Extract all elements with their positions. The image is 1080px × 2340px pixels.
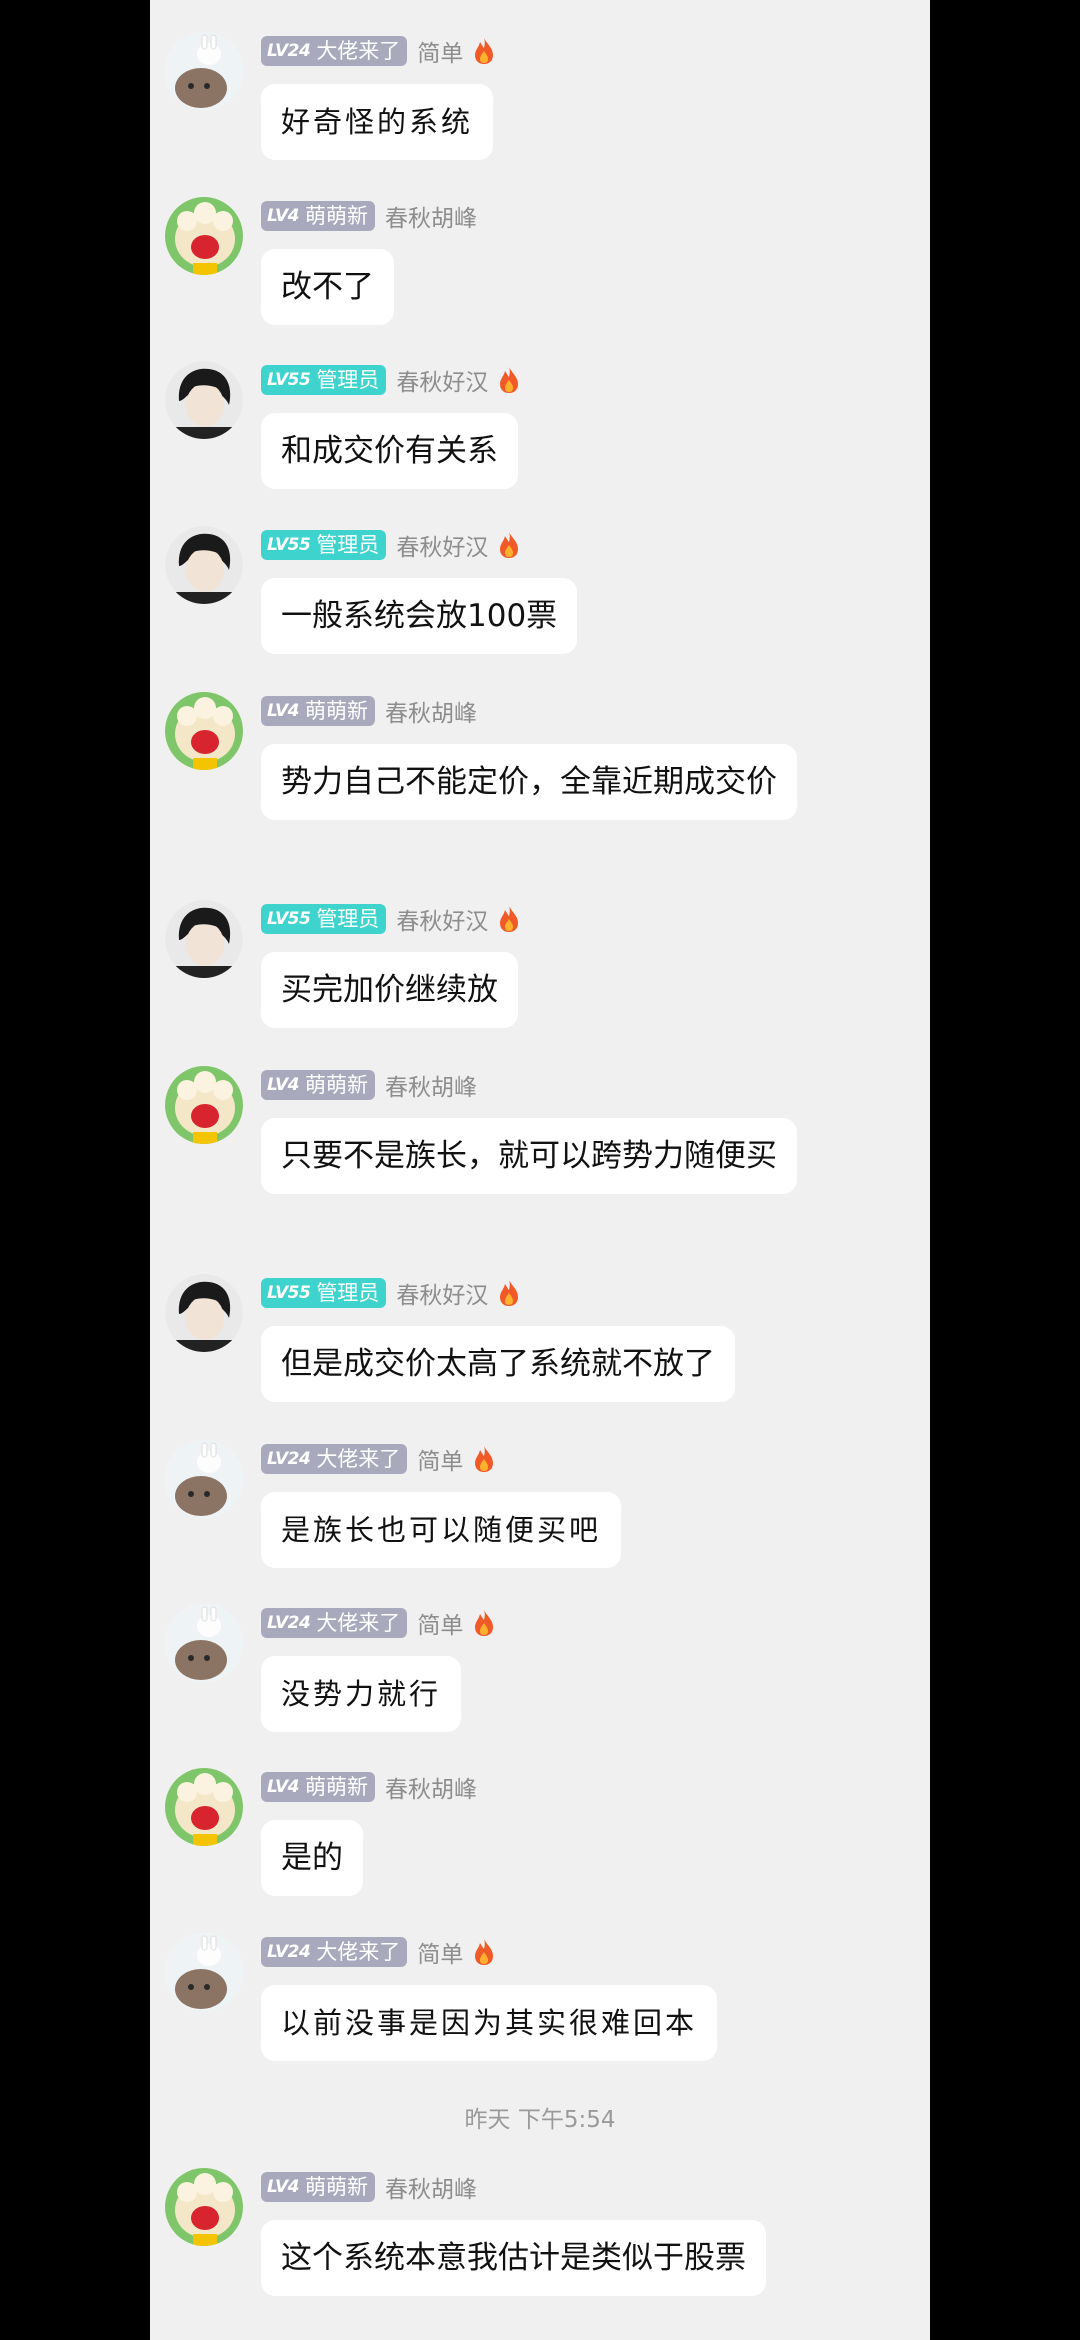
- user-avatar[interactable]: [165, 1768, 243, 1846]
- message-meta: LV4 萌萌新 春秋胡峰: [261, 694, 477, 728]
- fire-icon: [475, 38, 494, 64]
- username[interactable]: 春秋好汉: [396, 528, 488, 562]
- message-bubble[interactable]: 但是成交价太高了系统就不放了: [261, 1326, 735, 1402]
- user-avatar[interactable]: [165, 32, 243, 110]
- message-meta: LV24 大佬来了 简单: [261, 1442, 495, 1476]
- username[interactable]: 春秋胡峰: [385, 199, 477, 233]
- message-bubble[interactable]: 好奇怪的系统: [261, 84, 494, 160]
- message-bubble[interactable]: 以前没事是因为其实很难回本: [261, 1985, 718, 2061]
- username[interactable]: 简单: [417, 1442, 463, 1476]
- user-avatar[interactable]: [165, 692, 243, 770]
- user-avatar[interactable]: [165, 1933, 243, 2011]
- fire-icon: [500, 906, 519, 932]
- user-avatar[interactable]: [165, 1066, 243, 1144]
- message-meta: LV4 萌萌新 春秋胡峰: [261, 1068, 477, 1102]
- message-meta: LV55 管理员 春秋好汉: [261, 363, 520, 397]
- user-avatar[interactable]: [165, 1274, 243, 1352]
- message-bubble[interactable]: 势力自己不能定价，全靠近期成交价: [261, 744, 797, 820]
- level-badge: LV55 管理员: [261, 904, 387, 934]
- username[interactable]: 简单: [417, 1935, 463, 1969]
- timestamp-divider: 昨天 下午5:54: [464, 2107, 616, 2133]
- message-bubble[interactable]: 改不了: [261, 249, 394, 325]
- message-bubble[interactable]: 没势力就行: [261, 1656, 462, 1732]
- level-badge: LV4 萌萌新: [261, 201, 375, 231]
- message-bubble[interactable]: 和成交价有关系: [261, 413, 518, 489]
- level-badge: LV55 管理员: [261, 365, 387, 395]
- username[interactable]: 春秋好汉: [396, 363, 488, 397]
- user-avatar[interactable]: [165, 197, 243, 275]
- level-badge: LV55 管理员: [261, 1278, 387, 1308]
- level-badge: LV55 管理员: [261, 530, 387, 560]
- username[interactable]: 春秋胡峰: [385, 2170, 477, 2204]
- user-avatar[interactable]: [165, 1604, 243, 1682]
- user-avatar[interactable]: [165, 1440, 243, 1518]
- user-avatar[interactable]: [165, 2168, 243, 2246]
- message-meta: LV4 萌萌新 春秋胡峰: [261, 1770, 477, 1804]
- fire-icon: [500, 532, 519, 558]
- level-badge: LV24 大佬来了: [261, 36, 408, 66]
- level-badge: LV4 萌萌新: [261, 2172, 375, 2202]
- fire-icon: [500, 1280, 519, 1306]
- level-badge: LV24 大佬来了: [261, 1608, 408, 1638]
- message-meta: LV24 大佬来了 简单: [261, 34, 495, 68]
- message-bubble[interactable]: 一般系统会放100票: [261, 578, 578, 654]
- fire-icon: [500, 367, 519, 393]
- username[interactable]: 春秋好汉: [396, 902, 488, 936]
- fire-icon: [475, 1610, 494, 1636]
- chat-panel[interactable]: LV24 大佬来了 简单 好奇怪的系统 LV4 萌萌新 春秋胡峰 改不了 LV55 管…: [150, 0, 930, 2340]
- username[interactable]: 简单: [417, 1606, 463, 1640]
- message-meta: LV55 管理员 春秋好汉: [261, 902, 520, 936]
- message-meta: LV24 大佬来了 简单: [261, 1606, 495, 1640]
- username[interactable]: 简单: [417, 34, 463, 68]
- message-meta: LV55 管理员 春秋好汉: [261, 528, 520, 562]
- message-meta: LV4 萌萌新 春秋胡峰: [261, 199, 477, 233]
- message-bubble[interactable]: 是的: [261, 1820, 363, 1896]
- username[interactable]: 春秋胡峰: [385, 1770, 477, 1804]
- user-avatar[interactable]: [165, 526, 243, 604]
- level-badge: LV24 大佬来了: [261, 1937, 408, 1967]
- level-badge: LV4 萌萌新: [261, 1070, 375, 1100]
- message-bubble[interactable]: 买完加价继续放: [261, 952, 518, 1028]
- message-meta: LV4 萌萌新 春秋胡峰: [261, 2170, 477, 2204]
- level-badge: LV4 萌萌新: [261, 1772, 375, 1802]
- username[interactable]: 春秋胡峰: [385, 694, 477, 728]
- message-bubble[interactable]: 只要不是族长，就可以跨势力随便买: [261, 1118, 797, 1194]
- message-meta: LV24 大佬来了 简单: [261, 1935, 495, 1969]
- fire-icon: [475, 1446, 494, 1472]
- user-avatar[interactable]: [165, 361, 243, 439]
- fire-icon: [475, 1939, 494, 1965]
- message-meta: LV55 管理员 春秋好汉: [261, 1276, 520, 1310]
- username[interactable]: 春秋胡峰: [385, 1068, 477, 1102]
- level-badge: LV24 大佬来了: [261, 1444, 408, 1474]
- user-avatar[interactable]: [165, 900, 243, 978]
- level-badge: LV4 萌萌新: [261, 696, 375, 726]
- username[interactable]: 春秋好汉: [396, 1276, 488, 1310]
- message-bubble[interactable]: 是族长也可以随便买吧: [261, 1492, 622, 1568]
- message-bubble[interactable]: 这个系统本意我估计是类似于股票: [261, 2220, 766, 2296]
